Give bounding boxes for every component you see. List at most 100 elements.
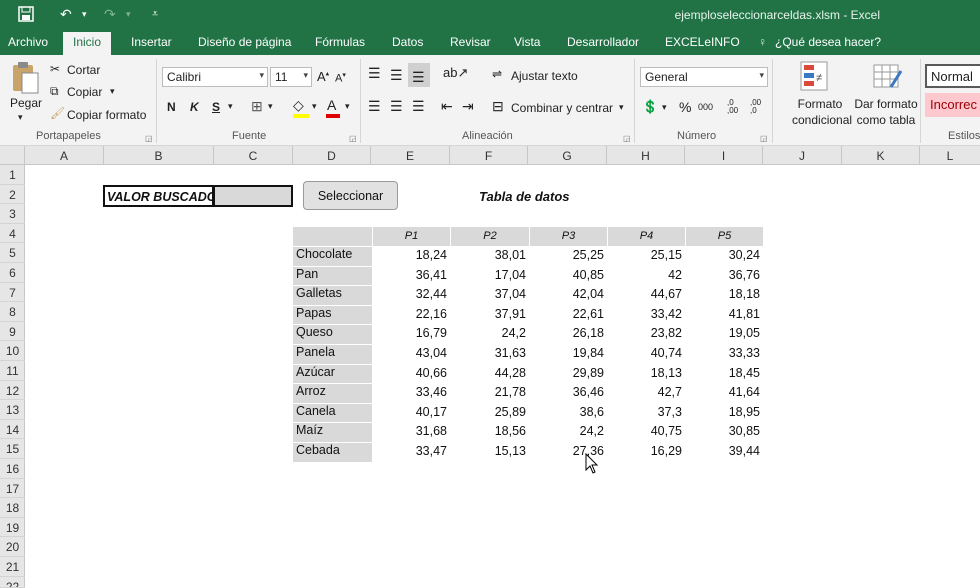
table-header[interactable]: P5: [685, 227, 763, 246]
data-cell[interactable]: 18,95: [685, 405, 763, 419]
data-cell[interactable]: 37,91: [450, 307, 529, 321]
column-header[interactable]: I: [685, 146, 763, 165]
tell-me-search[interactable]: ¿Qué desea hacer?: [775, 35, 881, 49]
data-cell[interactable]: 25,25: [529, 248, 607, 262]
underline-dropdown-icon[interactable]: ▾: [228, 101, 233, 112]
row-header[interactable]: 1: [0, 165, 25, 185]
merge-dropdown-icon[interactable]: ▾: [619, 102, 624, 113]
tab-formulas[interactable]: Fórmulas: [315, 35, 365, 49]
data-cell[interactable]: 40,74: [607, 346, 685, 360]
format-as-table-button[interactable]: Dar formato como tabla: [852, 96, 920, 128]
data-cell[interactable]: 22,16: [372, 307, 450, 321]
copy-dropdown-icon[interactable]: ▾: [110, 86, 115, 97]
column-header[interactable]: G: [528, 146, 607, 165]
data-cell[interactable]: 38,01: [450, 248, 529, 262]
portapapeles-launcher-icon[interactable]: ◲: [145, 134, 153, 143]
search-label-cell[interactable]: VALOR BUSCADO: [103, 185, 217, 207]
row-header[interactable]: 13: [0, 400, 25, 420]
data-cell[interactable]: 15,13: [450, 444, 529, 458]
row-header[interactable]: 9: [0, 322, 25, 342]
data-cell[interactable]: 19,84: [529, 346, 607, 360]
data-cell[interactable]: 26,18: [529, 326, 607, 340]
tab-datos[interactable]: Datos: [392, 35, 423, 49]
data-cell[interactable]: 18,56: [450, 424, 529, 438]
search-value-cell[interactable]: [214, 185, 293, 207]
row-label-cell[interactable]: Chocolate: [293, 247, 372, 267]
row-label-cell[interactable]: Panela: [293, 345, 372, 365]
paste-icon[interactable]: [10, 61, 40, 98]
row-label-cell[interactable]: Cebada: [293, 443, 372, 463]
percent-button[interactable]: %: [679, 99, 691, 115]
fill-color-icon[interactable]: ◇: [293, 97, 304, 114]
row-label-cell[interactable]: Maíz: [293, 423, 372, 443]
data-cell[interactable]: 25,89: [450, 405, 529, 419]
tab-archivo[interactable]: Archivo: [8, 35, 48, 49]
table-header[interactable]: P3: [529, 227, 607, 246]
data-cell[interactable]: 40,75: [607, 424, 685, 438]
tab-exceleinfo[interactable]: EXCELeINFO: [665, 35, 740, 49]
font-size-combo[interactable]: 11 ▾: [270, 67, 312, 87]
data-cell[interactable]: 41,64: [685, 385, 763, 399]
row-header[interactable]: 6: [0, 263, 25, 283]
italic-button[interactable]: K: [190, 100, 199, 114]
data-cell[interactable]: 39,44: [685, 444, 763, 458]
tab-revisar[interactable]: Revisar: [450, 35, 491, 49]
data-cell[interactable]: 19,05: [685, 326, 763, 340]
data-cell[interactable]: 32,44: [372, 287, 450, 301]
column-header[interactable]: A: [25, 146, 104, 165]
data-cell[interactable]: 25,15: [607, 248, 685, 262]
data-cell[interactable]: 17,04: [450, 268, 529, 282]
paste-button[interactable]: Pegar: [10, 96, 42, 110]
data-cell[interactable]: 16,79: [372, 326, 450, 340]
undo-dropdown-icon[interactable]: ▾: [82, 9, 87, 20]
cut-button[interactable]: Cortar: [67, 63, 100, 77]
merge-center-button[interactable]: Combinar y centrar: [511, 101, 613, 115]
increase-decimal-button[interactable]: ,0 ,00: [727, 99, 743, 115]
tab-insertar[interactable]: Insertar: [131, 35, 172, 49]
align-right-icon[interactable]: ☰: [412, 98, 425, 115]
undo-icon[interactable]: ↶: [60, 6, 72, 23]
data-cell[interactable]: 23,82: [607, 326, 685, 340]
table-header[interactable]: P2: [450, 227, 529, 246]
increase-indent-icon[interactable]: ⇥: [462, 98, 474, 115]
row-header[interactable]: 14: [0, 420, 25, 440]
alineacion-launcher-icon[interactable]: ◲: [623, 134, 631, 143]
data-cell[interactable]: 36,46: [529, 385, 607, 399]
data-cell[interactable]: 24,2: [450, 326, 529, 340]
data-cell[interactable]: 41,81: [685, 307, 763, 321]
row-label-cell[interactable]: Galletas: [293, 286, 372, 306]
decrease-font-icon[interactable]: A▾: [335, 71, 346, 85]
align-bottom-icon[interactable]: ☰: [408, 63, 430, 87]
data-cell[interactable]: 31,63: [450, 346, 529, 360]
borders-dropdown-icon[interactable]: ▾: [268, 101, 273, 112]
redo-icon[interactable]: ↷: [104, 6, 116, 23]
underline-button[interactable]: S: [212, 100, 220, 114]
align-middle-icon[interactable]: ☰: [390, 67, 403, 84]
decrease-decimal-button[interactable]: ,00 ,0: [750, 99, 766, 115]
data-cell[interactable]: 42,04: [529, 287, 607, 301]
row-header[interactable]: 2: [0, 185, 25, 205]
data-cell[interactable]: 21,78: [450, 385, 529, 399]
row-header[interactable]: 21: [0, 557, 25, 577]
decrease-indent-icon[interactable]: ⇤: [441, 98, 453, 115]
row-header[interactable]: 17: [0, 479, 25, 499]
save-icon[interactable]: [18, 6, 34, 25]
copy-button[interactable]: Copiar: [67, 85, 102, 99]
row-label-cell[interactable]: Pan: [293, 266, 372, 287]
font-name-combo[interactable]: Calibri ▾: [162, 67, 268, 87]
row-header[interactable]: 8: [0, 302, 25, 322]
data-cell[interactable]: 33,42: [607, 307, 685, 321]
customize-toolbar-icon[interactable]: ⩡: [152, 8, 158, 21]
data-cell[interactable]: 29,89: [529, 366, 607, 380]
data-cell[interactable]: 42,7: [607, 385, 685, 399]
font-color-dropdown-icon[interactable]: ▾: [345, 101, 350, 112]
worksheet-grid[interactable]: VALOR BUSCADO Seleccionar Tabla de datos…: [25, 165, 980, 588]
borders-icon[interactable]: ⊞: [251, 98, 263, 115]
column-header[interactable]: J: [763, 146, 842, 165]
data-cell[interactable]: 44,67: [607, 287, 685, 301]
tab-inicio[interactable]: Inicio: [63, 32, 112, 55]
conditional-format-button[interactable]: Formato condicional: [792, 96, 852, 128]
data-cell[interactable]: 37,04: [450, 287, 529, 301]
data-cell[interactable]: 37,3: [607, 405, 685, 419]
table-header[interactable]: P4: [607, 227, 685, 246]
